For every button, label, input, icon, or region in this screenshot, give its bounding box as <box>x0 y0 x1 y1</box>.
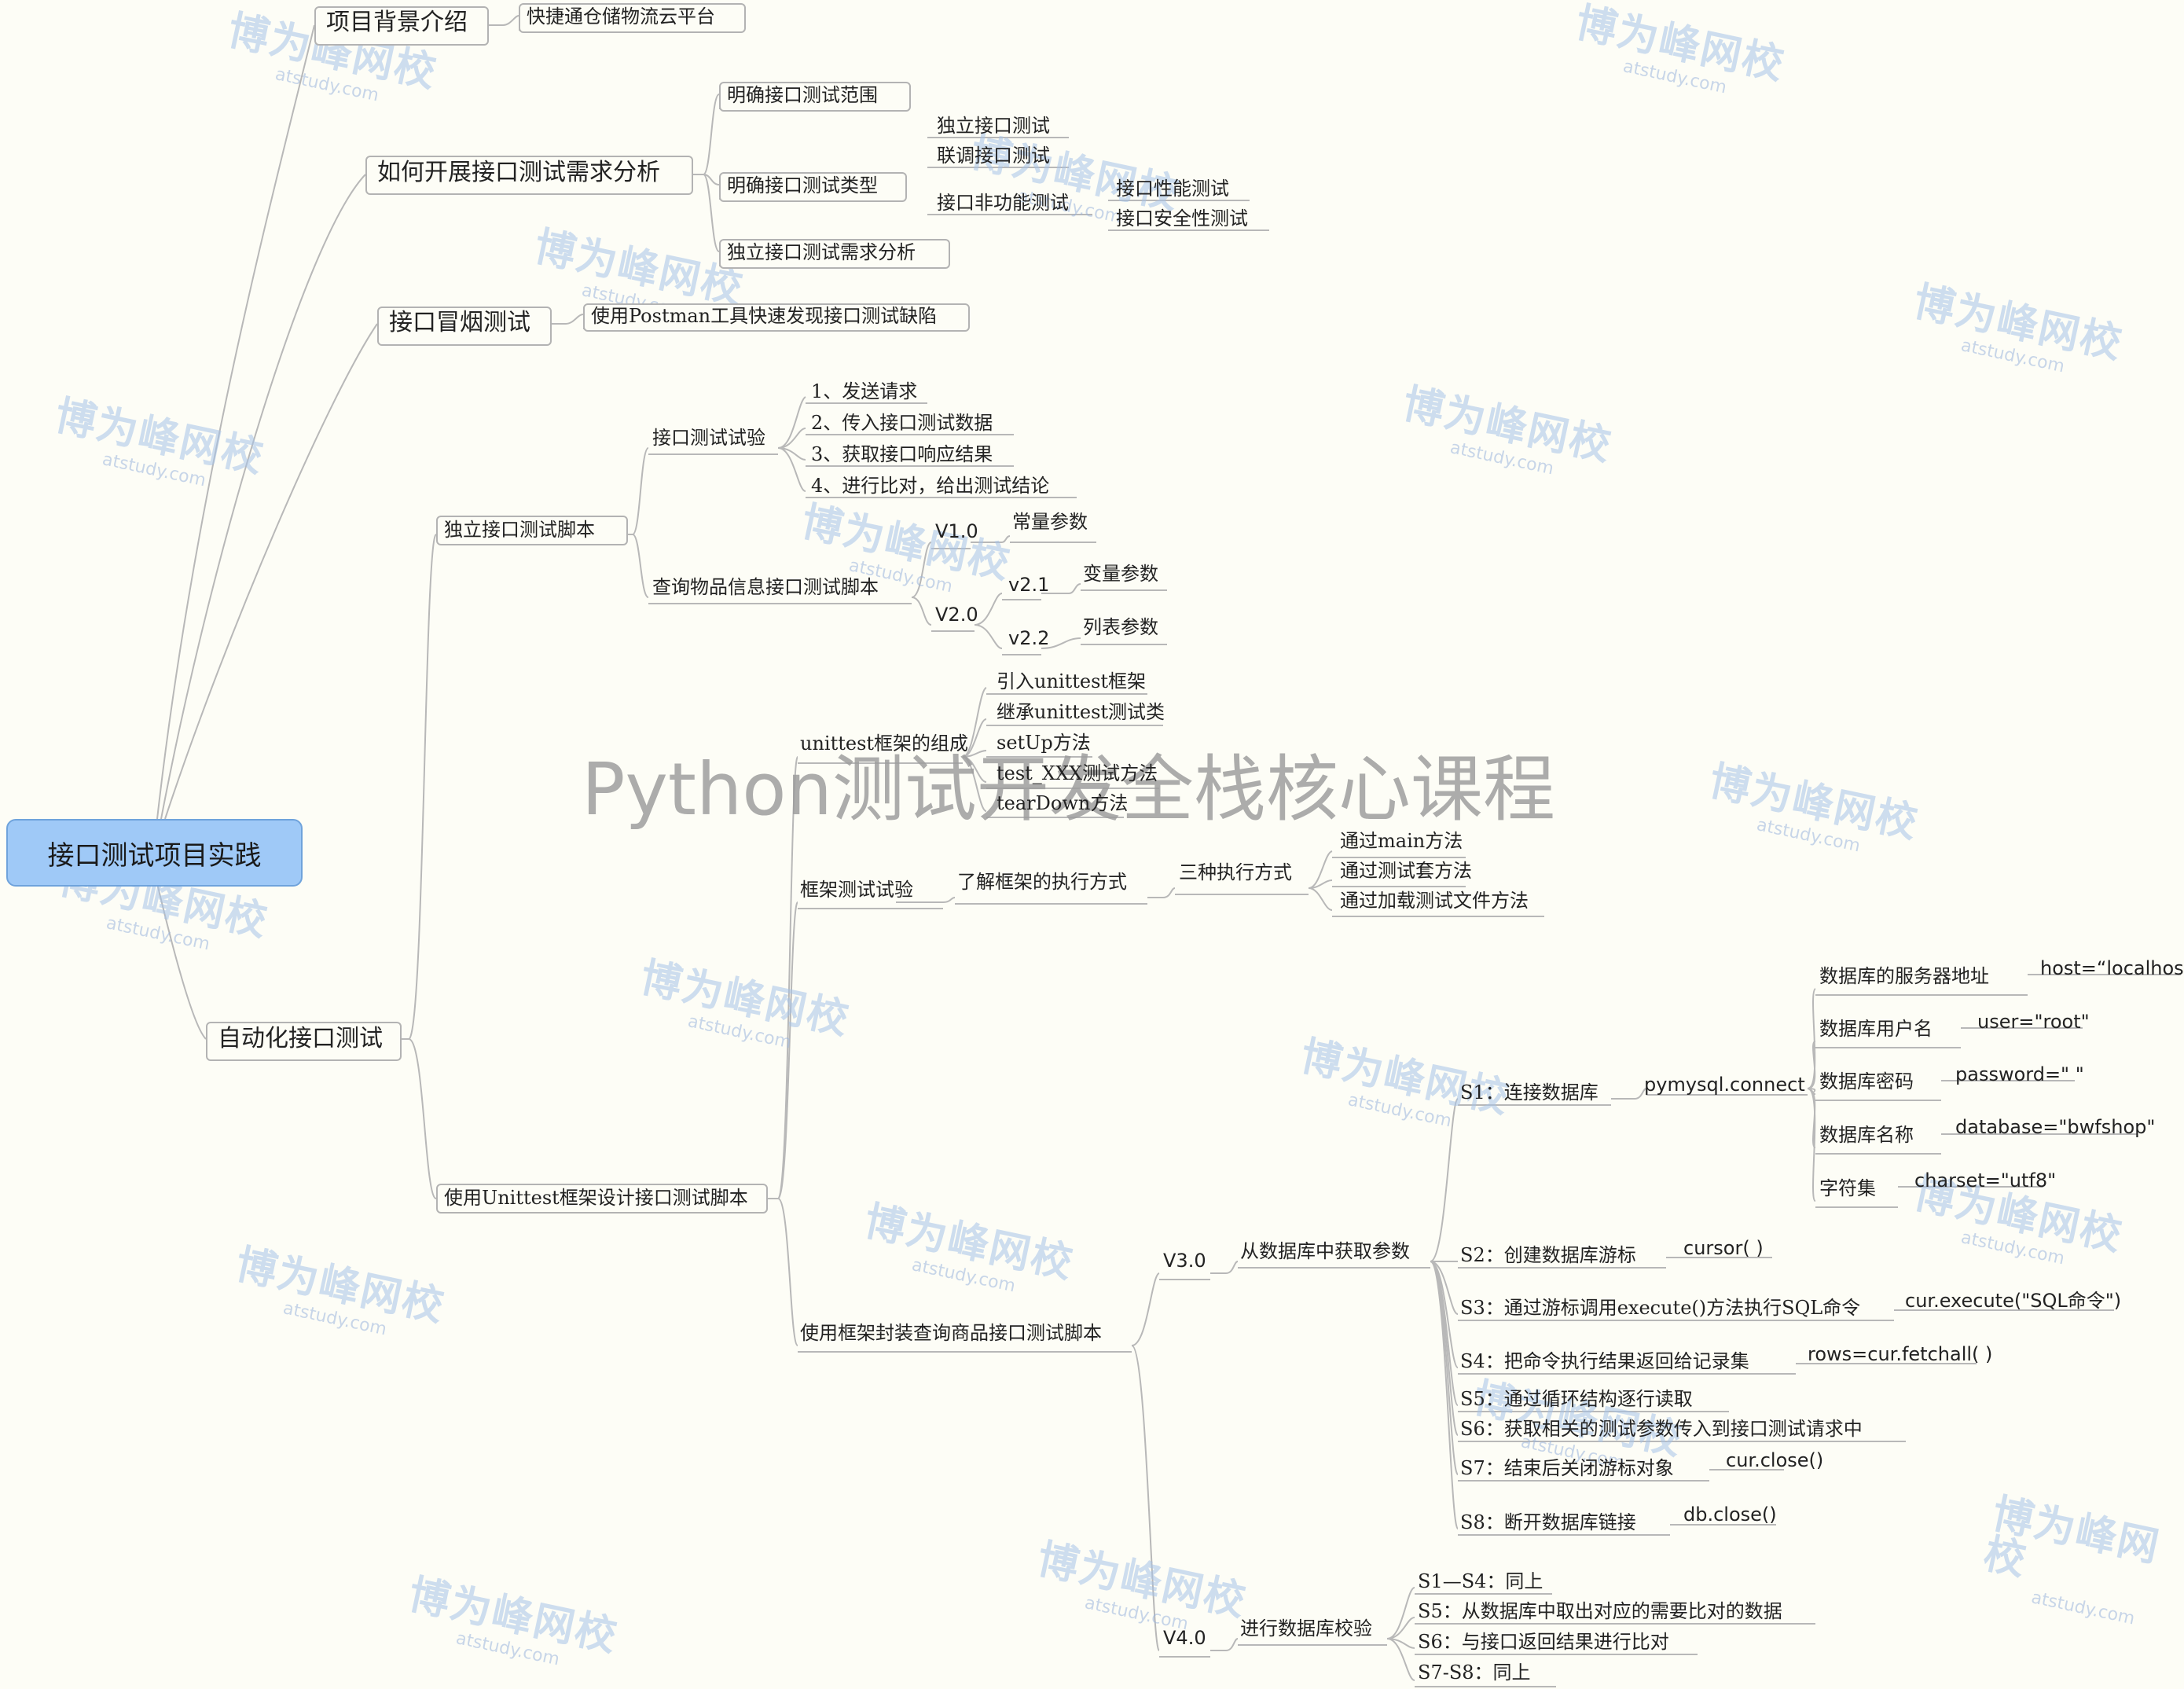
understand-label[interactable]: 了解框架的执行方式 <box>957 872 1127 891</box>
composition-item[interactable]: setUp方法 <box>997 733 1091 752</box>
way-item[interactable]: 通过加载测试文件方法 <box>1340 891 1529 910</box>
way-item[interactable]: 通过测试套方法 <box>1340 861 1472 880</box>
nonfunc-item[interactable]: 接口性能测试 <box>1116 179 1229 198</box>
version-v30[interactable]: V3.0 <box>1163 1251 1206 1270</box>
experiment-label[interactable]: 接口测试试验 <box>652 428 765 447</box>
three-ways-label[interactable]: 三种执行方式 <box>1179 863 1292 882</box>
conn-param-value[interactable]: database="bwfshop" <box>1955 1118 2155 1136</box>
version-v20[interactable]: V2.0 <box>935 605 978 624</box>
scope-label: 明确接口测试范围 <box>727 84 878 106</box>
independent-analysis-label: 独立接口测试需求分析 <box>727 241 916 263</box>
experiment-step[interactable]: 2、传入接口测试数据 <box>811 413 993 432</box>
platform-label: 快捷通仓储物流云平台 <box>527 6 715 28</box>
conn-param-value[interactable]: charset="utf8" <box>1914 1171 2056 1190</box>
unittest-script-label: 使用Unittest框架设计接口测试脚本 <box>444 1187 748 1209</box>
v3-step-2[interactable]: S2：创建数据库游标 <box>1460 1246 1636 1265</box>
query-script-label[interactable]: 查询物品信息接口测试脚本 <box>652 578 879 597</box>
version-v10[interactable]: V1.0 <box>935 522 978 541</box>
postman-label: 使用Postman工具快速发现接口测试缺陷 <box>591 305 938 327</box>
topic-smoke-test-label: 接口冒烟测试 <box>389 309 530 336</box>
experiment-step[interactable]: 1、发送请求 <box>811 382 917 401</box>
conn-param-value[interactable]: user="root" <box>1977 1012 2090 1031</box>
composition-item[interactable]: test_XXX测试方法 <box>997 764 1158 783</box>
type-item[interactable]: 联调接口测试 <box>937 146 1050 165</box>
conn-param-value[interactable]: password=" " <box>1955 1065 2084 1084</box>
v22-item[interactable]: 列表参数 <box>1083 618 1158 637</box>
v21-item[interactable]: 变量参数 <box>1083 564 1158 583</box>
nonfunc-item[interactable]: 接口安全性测试 <box>1116 209 1248 228</box>
type-item[interactable]: 独立接口测试 <box>937 116 1050 135</box>
types-label: 明确接口测试类型 <box>727 174 878 196</box>
v3-step-3[interactable]: S3：通过游标调用execute()方法执行SQL命令 <box>1460 1298 1860 1317</box>
v3-step-2-fn[interactable]: cursor( ) <box>1683 1239 1764 1258</box>
v3-step-1-fn[interactable]: pymysql.connect <box>1644 1075 1805 1094</box>
composition-label[interactable]: unittest框架的组成 <box>800 734 968 753</box>
version-v22[interactable]: v2.2 <box>1008 629 1049 648</box>
encapsulate-label[interactable]: 使用框架封装查询商品接口测试脚本 <box>800 1324 1102 1342</box>
conn-param-label[interactable]: 数据库名称 <box>1819 1125 1914 1144</box>
v3-step-7[interactable]: S7：结束后关闭游标对象 <box>1460 1459 1674 1478</box>
v4-step[interactable]: S5：从数据库中取出对应的需要比对的数据 <box>1418 1602 1782 1621</box>
db-verify-label[interactable]: 进行数据库校验 <box>1240 1619 1372 1638</box>
type-item[interactable]: 接口非功能测试 <box>937 193 1069 212</box>
v3-step-4-fn[interactable]: rows=cur.fetchall( ) <box>1808 1345 1992 1364</box>
conn-param-label[interactable]: 数据库密码 <box>1819 1072 1914 1091</box>
topic-automation-label: 自动化接口测试 <box>218 1025 383 1052</box>
conn-param-label[interactable]: 字符集 <box>1819 1179 1876 1198</box>
experiment-step[interactable]: 3、获取接口响应结果 <box>811 445 993 464</box>
conn-param-value[interactable]: host=“localhost” <box>2040 959 2184 978</box>
v3-step-1[interactable]: S1：连接数据库 <box>1460 1083 1599 1102</box>
experiment-step[interactable]: 4、进行比对，给出测试结论 <box>811 476 1049 495</box>
version-v40[interactable]: V4.0 <box>1163 1628 1206 1647</box>
v3-step-7-fn[interactable]: cur.close() <box>1726 1451 1823 1470</box>
v3-step-3-fn[interactable]: cur.execute("SQL命令") <box>1905 1291 2121 1310</box>
composition-item[interactable]: tearDown方法 <box>997 794 1128 813</box>
v3-step-8-fn[interactable]: db.close() <box>1683 1505 1777 1524</box>
topic-requirements-label: 如何开展接口测试需求分析 <box>377 159 660 186</box>
root-topic[interactable]: 接口测试项目实践 <box>6 819 303 887</box>
v3-step-5[interactable]: S5：通过循环结构逐行读取 <box>1460 1390 1693 1408</box>
framework-experiment-label[interactable]: 框架测试试验 <box>800 880 913 899</box>
composition-item[interactable]: 继承unittest测试类 <box>997 703 1165 721</box>
v3-step-6[interactable]: S6：获取相关的测试参数传入到接口测试请求中 <box>1460 1419 1863 1438</box>
v4-step[interactable]: S7-S8：同上 <box>1418 1663 1531 1682</box>
independent-script-label: 独立接口测试脚本 <box>444 519 595 541</box>
v3-step-4[interactable]: S4：把命令执行结果返回给记录集 <box>1460 1352 1749 1371</box>
composition-item[interactable]: 引入unittest框架 <box>997 672 1146 691</box>
fetch-params-label[interactable]: 从数据库中获取参数 <box>1240 1242 1410 1261</box>
topic-project-background-label: 项目背景介绍 <box>326 9 468 36</box>
v4-step[interactable]: S6：与接口返回结果进行比对 <box>1418 1632 1669 1651</box>
v3-step-8[interactable]: S8：断开数据库链接 <box>1460 1513 1636 1532</box>
conn-param-label[interactable]: 数据库的服务器地址 <box>1819 967 1989 986</box>
v10-item[interactable]: 常量参数 <box>1012 512 1088 531</box>
version-v21[interactable]: v2.1 <box>1008 575 1049 594</box>
conn-param-label[interactable]: 数据库用户名 <box>1819 1019 1933 1038</box>
v4-step[interactable]: S1—S4：同上 <box>1418 1572 1543 1591</box>
way-item[interactable]: 通过main方法 <box>1340 832 1463 850</box>
